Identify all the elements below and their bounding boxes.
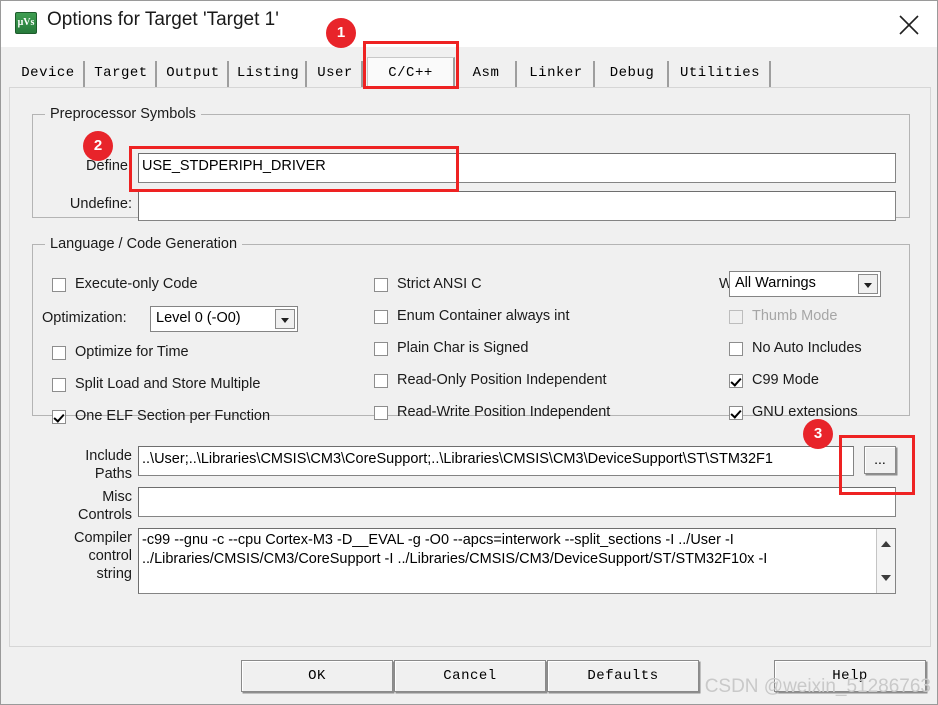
tab-user[interactable]: User [309, 61, 363, 87]
optimization-label: Optimization: [42, 310, 127, 326]
misc-controls-label-line2: Controls [78, 507, 132, 523]
tab-output[interactable]: Output [159, 61, 229, 87]
ok-button[interactable]: OK [241, 660, 393, 692]
checkbox-c99-mode[interactable]: C99 Mode [729, 372, 819, 388]
checkbox-box [729, 342, 743, 356]
checkbox-optimize-for-time[interactable]: Optimize for Time [52, 344, 189, 360]
checkbox-enum-container-always-int[interactable]: Enum Container always int [374, 308, 569, 324]
annotation-badge-1: 1 [326, 18, 356, 48]
watermark: CSDN @weixin_51286763 [704, 676, 931, 697]
tab-target[interactable]: Target [87, 61, 157, 87]
close-icon [899, 15, 919, 35]
checkbox-box [374, 278, 388, 292]
checkbox-split-load-and-store-multiple[interactable]: Split Load and Store Multiple [52, 376, 260, 392]
chevron-down-icon[interactable] [275, 309, 295, 329]
checkbox-label: Enum Container always int [397, 308, 570, 324]
uvision-logo-icon: μVs [15, 12, 37, 34]
checkbox-box [52, 378, 66, 392]
tab-strip: Device Target Output Listing User C/C++ … [1, 47, 937, 89]
include-paths-browse-button[interactable]: ... [864, 446, 896, 474]
tab-device[interactable]: Device [13, 61, 85, 87]
checkbox-one-elf-section-per-function[interactable]: One ELF Section per Function [52, 408, 270, 424]
misc-controls-label-line1: Misc [102, 489, 132, 505]
misc-controls-input[interactable] [138, 487, 896, 517]
checkbox-box [52, 346, 66, 360]
checkbox-label: Read-Write Position Independent [397, 404, 611, 420]
compiler-control-string-label-line2: control [88, 548, 132, 564]
tab-listing[interactable]: Listing [231, 61, 307, 87]
optimization-select[interactable]: Level 0 (-O0) [150, 306, 298, 332]
checkbox-box [729, 310, 743, 324]
compiler-control-string-scrollbar[interactable] [876, 529, 895, 593]
tab-c-cpp[interactable]: C/C++ [367, 57, 455, 89]
checkbox-label: Execute-only Code [75, 276, 198, 292]
tab-asm[interactable]: Asm [457, 61, 517, 87]
compiler-control-string-label-line3: string [96, 566, 132, 582]
checkbox-strict-ansi-c[interactable]: Strict ANSI C [374, 276, 482, 292]
preprocessor-group-title: Preprocessor Symbols [45, 106, 201, 122]
tab-utilities[interactable]: Utilities [671, 61, 771, 87]
define-label: Define: [86, 158, 132, 174]
optimization-value: Level 0 (-O0) [156, 310, 241, 326]
defaults-button[interactable]: Defaults [547, 660, 699, 692]
checkbox-no-auto-includes[interactable]: No Auto Includes [729, 340, 862, 356]
checkbox-label: Optimize for Time [75, 344, 189, 360]
warnings-select[interactable]: All Warnings [729, 271, 881, 297]
checkbox-label: One ELF Section per Function [75, 408, 271, 424]
checkbox-read-only-position-independent[interactable]: Read-Only Position Independent [374, 372, 607, 388]
checkbox-label: GNU extensions [752, 404, 858, 420]
checkbox-plain-char-is-signed[interactable]: Plain Char is Signed [374, 340, 528, 356]
checkbox-execute-only-code[interactable]: Execute-only Code [52, 276, 198, 292]
checkbox-label: C99 Mode [752, 372, 819, 388]
annotation-badge-3: 3 [803, 419, 833, 449]
include-paths-input[interactable]: ..\User;..\Libraries\CMSIS\CM3\CoreSuppo… [138, 446, 854, 476]
cancel-button[interactable]: Cancel [394, 660, 546, 692]
checkbox-gnu-extensions[interactable]: GNU extensions [729, 404, 858, 420]
checkbox-box [374, 310, 388, 324]
include-paths-label-line1: Include [85, 448, 132, 464]
compiler-control-string-label-line1: Compiler [73, 530, 132, 546]
close-button[interactable] [883, 1, 935, 45]
compiler-control-string-textarea[interactable]: -c99 --gnu -c --cpu Cortex-M3 -D__EVAL -… [138, 528, 896, 594]
options-dialog: μVs Options for Target 'Target 1' Device… [0, 0, 938, 705]
checkbox-label: Plain Char is Signed [397, 340, 529, 356]
undefine-label: Undefine: [69, 196, 132, 212]
checkbox-thumb-mode: Thumb Mode [729, 308, 837, 324]
annotation-badge-2: 2 [83, 131, 113, 161]
checkbox-box [729, 374, 743, 388]
title-bar: μVs Options for Target 'Target 1' [1, 1, 937, 48]
window-title: Options for Target 'Target 1' [47, 9, 279, 30]
checkbox-label: Split Load and Store Multiple [75, 376, 261, 392]
checkbox-box [52, 278, 66, 292]
warnings-value: All Warnings [735, 275, 816, 291]
define-input[interactable]: USE_STDPERIPH_DRIVER [138, 153, 896, 183]
checkbox-label: Read-Only Position Independent [397, 372, 607, 388]
scroll-up-arrow[interactable] [881, 541, 891, 547]
tab-debug[interactable]: Debug [597, 61, 669, 87]
undefine-input[interactable] [138, 191, 896, 221]
tab-panel-c-cpp: Preprocessor Symbols Define: USE_STDPERI… [9, 87, 931, 647]
checkbox-label: Strict ANSI C [397, 276, 482, 292]
chevron-down-icon[interactable] [858, 274, 878, 294]
checkbox-box [729, 406, 743, 420]
checkbox-read-write-position-independent[interactable]: Read-Write Position Independent [374, 404, 610, 420]
language-group-title: Language / Code Generation [45, 236, 243, 252]
checkbox-box [374, 342, 388, 356]
checkbox-label: Thumb Mode [752, 308, 838, 324]
checkbox-label: No Auto Includes [752, 340, 862, 356]
scroll-down-arrow[interactable] [881, 575, 891, 581]
checkbox-box [374, 406, 388, 420]
tab-linker[interactable]: Linker [519, 61, 595, 87]
checkbox-box [374, 374, 388, 388]
include-paths-label-line2: Paths [94, 466, 132, 482]
checkbox-box [52, 410, 66, 424]
